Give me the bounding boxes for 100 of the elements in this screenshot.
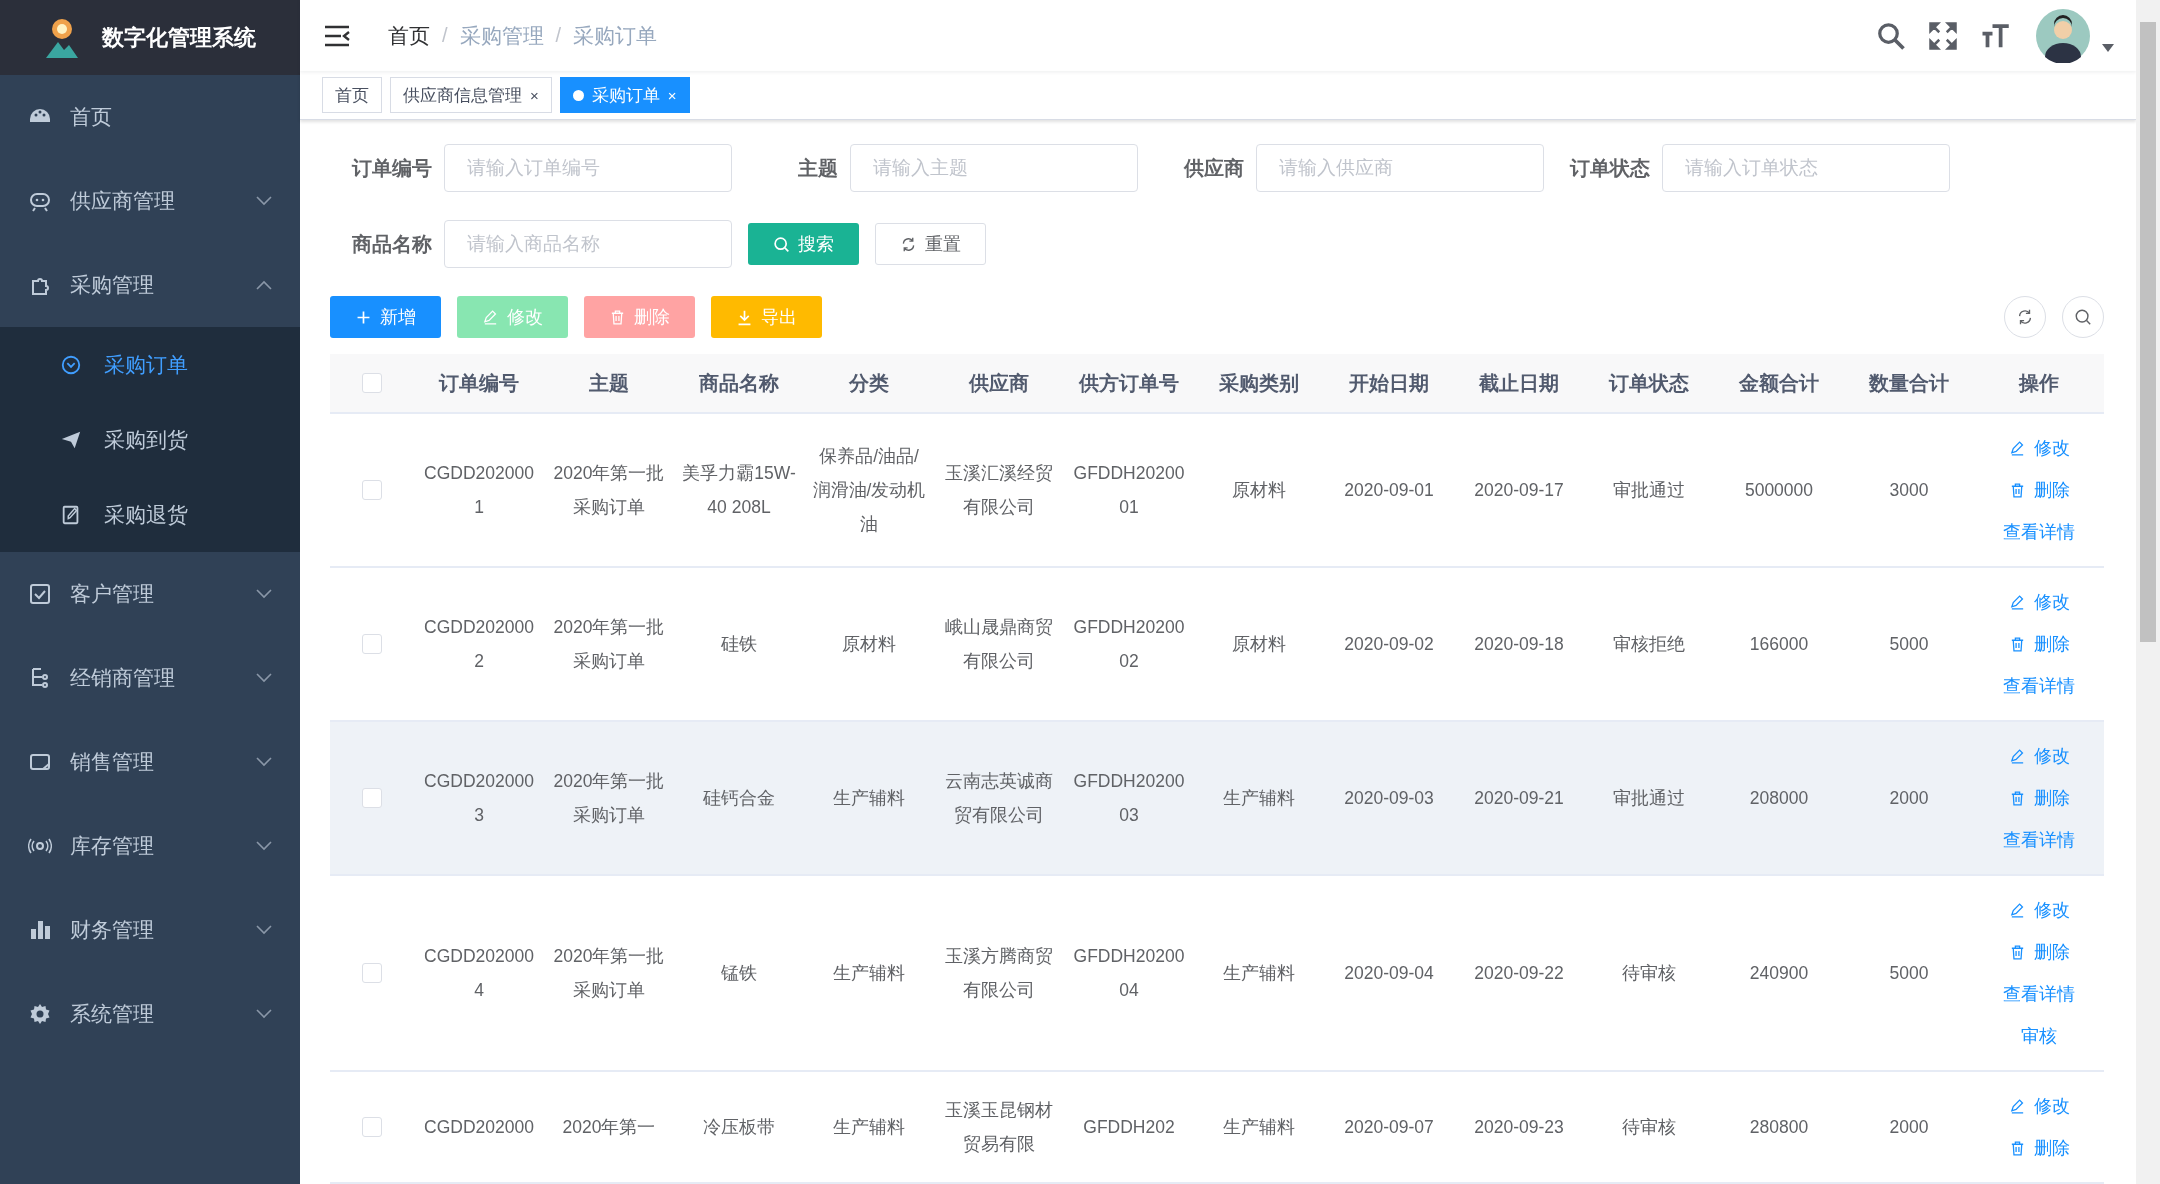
table-cell-text: 生产辅料 xyxy=(832,787,906,810)
scrollbar-thumb[interactable] xyxy=(2140,22,2156,642)
delete-link[interactable]: 删除 xyxy=(2008,623,2070,665)
table-cell-text: 保养品/油品/润滑油/发动机油 xyxy=(811,445,927,536)
sidebar-item[interactable]: 经销商管理 xyxy=(0,636,300,720)
scrollbar[interactable] xyxy=(2136,0,2160,1184)
pencil-icon xyxy=(2008,439,2026,457)
sidebar-subitem[interactable]: 采购到货 xyxy=(0,402,300,477)
input-field[interactable]: 请输入主题 xyxy=(850,144,1138,192)
table-row[interactable]: CGDD2020001 2020年第一批采购订单 美孚力霸15W-40 208L 保养品/油品/润滑油/发动机油 玉溪汇溪经贸有限公司 GFDDH2020001 原材料 2020-09-01 2020-09-17 审批通过 5000000 3000 修改 删除 查看详情 xyxy=(330,414,2104,568)
table-cell-text: CGDD2020002 xyxy=(423,616,535,673)
edit-link[interactable]: 修改 xyxy=(2008,581,2070,623)
table-cell-text: 240900 xyxy=(1748,962,1810,985)
sidebar-item[interactable]: 采购管理 xyxy=(0,243,300,327)
edit-link[interactable]: 修改 xyxy=(2008,1085,2070,1127)
column-header: 主题 xyxy=(588,370,630,396)
field-label: 订单状态 xyxy=(1568,155,1651,181)
column-header: 订单状态 xyxy=(1607,370,1690,396)
breadcrumb-link[interactable]: 采购订单 xyxy=(573,21,658,50)
input-field[interactable]: 请输入供应商 xyxy=(1256,144,1544,192)
pencil-icon xyxy=(2008,747,2026,765)
refresh-icon xyxy=(900,235,917,253)
table-cell-text: 2020年第一 xyxy=(561,1116,657,1139)
checkbox[interactable] xyxy=(362,480,382,500)
detail-link[interactable]: 查看详情 xyxy=(2003,511,2075,553)
table-cell-text: GFDDH2020003 xyxy=(1072,770,1186,827)
delete-link[interactable]: 删除 xyxy=(2008,931,2070,973)
sidebar-subitem[interactable]: 采购订单 xyxy=(0,327,300,402)
sidebar-item[interactable]: 财务管理 xyxy=(0,888,300,972)
sidebar-subitem[interactable]: 采购退货 xyxy=(0,477,300,552)
table-row[interactable]: CGDD2020004 2020年第一批采购订单 锰铁 生产辅料 玉溪方腾商贸有限公司 GFDDH2020004 生产辅料 2020-09-04 2020-09-22 待审核 240900 5000 修改 删除 查看详情 审核 xyxy=(330,876,2104,1072)
fullscreen-icon[interactable] xyxy=(1928,20,1958,51)
checkbox[interactable] xyxy=(362,788,382,808)
menu-icon[interactable] xyxy=(324,24,350,47)
table-row[interactable]: CGDD202000 2020年第一 冷压板带 生产辅料 玉溪玉昆钢材贸易有限 GFDDH202 生产辅料 2020-09-07 2020-09-23 待审核 280800 2000 修改 删除 xyxy=(330,1072,2104,1184)
sidebar-item[interactable]: 库存管理 xyxy=(0,804,300,888)
checkbox[interactable] xyxy=(362,963,382,983)
input-field[interactable]: 请输入订单状态 xyxy=(1662,144,1950,192)
input-field[interactable]: 请输入商品名称 xyxy=(444,220,732,268)
detail-link[interactable]: 查看详情 xyxy=(2003,665,2075,707)
field-label: 供应商 xyxy=(1183,155,1245,181)
checkbox[interactable] xyxy=(362,1117,382,1137)
input-field[interactable]: 请输入订单编号 xyxy=(444,144,732,192)
avatar[interactable] xyxy=(2036,8,2090,63)
detail-link[interactable]: 查看详情 xyxy=(2003,819,2075,861)
column-header: 采购类别 xyxy=(1218,370,1300,396)
search-icon[interactable] xyxy=(1876,20,1906,51)
edit-link[interactable]: 修改 xyxy=(2008,735,2070,777)
table-cell-text: 锰铁 xyxy=(720,962,758,985)
download-icon xyxy=(736,308,753,326)
table-row[interactable]: CGDD2020003 2020年第一批采购订单 硅钙合金 生产辅料 云南志英诚商贸有限公司 GFDDH2020003 生产辅料 2020-09-03 2020-09-21 审批通过 208000 2000 修改 删除 查看详情 xyxy=(330,722,2104,876)
chevron-circle-icon xyxy=(60,353,82,376)
sidebar-item[interactable]: 系统管理 xyxy=(0,972,300,1056)
table-cell-text: 2020-09-04 xyxy=(1343,962,1435,985)
column-header: 商品名称 xyxy=(698,370,780,396)
table-cell-text: 166000 xyxy=(1748,633,1810,656)
audit-link[interactable]: 审核 xyxy=(2021,1015,2057,1057)
edit-link[interactable]: 修改 xyxy=(2008,427,2070,469)
tab[interactable]: 供应商信息管理 × xyxy=(390,77,552,114)
breadcrumb-link[interactable]: 采购管理 xyxy=(459,21,544,50)
table-cell-text: 280800 xyxy=(1748,1116,1810,1139)
refresh-icon xyxy=(2016,308,2034,326)
table-cell-text: 5000000 xyxy=(1743,479,1815,502)
search-icon xyxy=(2074,308,2092,326)
search-button[interactable]: 搜索 xyxy=(748,223,859,265)
delete-link[interactable]: 删除 xyxy=(2008,777,2070,819)
delete-link[interactable]: 删除 xyxy=(2008,469,2070,511)
sidebar-item[interactable]: 客户管理 xyxy=(0,552,300,636)
add-button[interactable]: 新增 xyxy=(330,296,441,338)
tab[interactable]: 首页 xyxy=(322,77,382,114)
export-button[interactable]: 导出 xyxy=(711,296,822,338)
sidebar-item[interactable]: 首页 xyxy=(0,75,300,159)
delete-link[interactable]: 删除 xyxy=(2008,1127,2070,1169)
sidebar-item[interactable]: 供应商管理 xyxy=(0,159,300,243)
table-cell-text: 2020-09-03 xyxy=(1343,787,1435,810)
sidebar-item[interactable]: 销售管理 xyxy=(0,720,300,804)
table-cell-text: 美孚力霸15W-40 208L xyxy=(681,462,797,519)
search-button[interactable] xyxy=(2062,296,2104,338)
detail-link[interactable]: 查看详情 xyxy=(2003,973,2075,1015)
reset-button[interactable]: 重置 xyxy=(875,223,986,265)
checkbox[interactable] xyxy=(362,373,382,393)
table-cell-text: 待审核 xyxy=(1621,962,1677,985)
checkbox[interactable] xyxy=(362,634,382,654)
close-icon[interactable]: × xyxy=(530,86,539,104)
tab[interactable]: 采购订单 × xyxy=(559,77,690,114)
edit-link[interactable]: 修改 xyxy=(2008,889,2070,931)
close-icon[interactable]: × xyxy=(667,86,677,104)
refresh-button[interactable] xyxy=(2004,296,2046,338)
table-cell-text: 待审核 xyxy=(1621,1116,1677,1139)
table-cell-text: 2020-09-01 xyxy=(1343,479,1435,502)
table-cell-text: 2000 xyxy=(1888,787,1930,810)
breadcrumb-link[interactable]: 首页 xyxy=(388,21,430,50)
search-icon xyxy=(773,235,790,253)
column-header: 供应商 xyxy=(968,370,1030,396)
caret-icon[interactable] xyxy=(2102,43,2114,52)
table-cell-text: GFDDH2020001 xyxy=(1072,462,1186,519)
app-title: 数字化管理系统 xyxy=(102,23,256,52)
table-cell-text: 硅铁 xyxy=(720,633,758,656)
table-cell-text: 5000 xyxy=(1888,633,1930,656)
table-cell-text: 峨山晟鼎商贸有限公司 xyxy=(944,616,1054,673)
